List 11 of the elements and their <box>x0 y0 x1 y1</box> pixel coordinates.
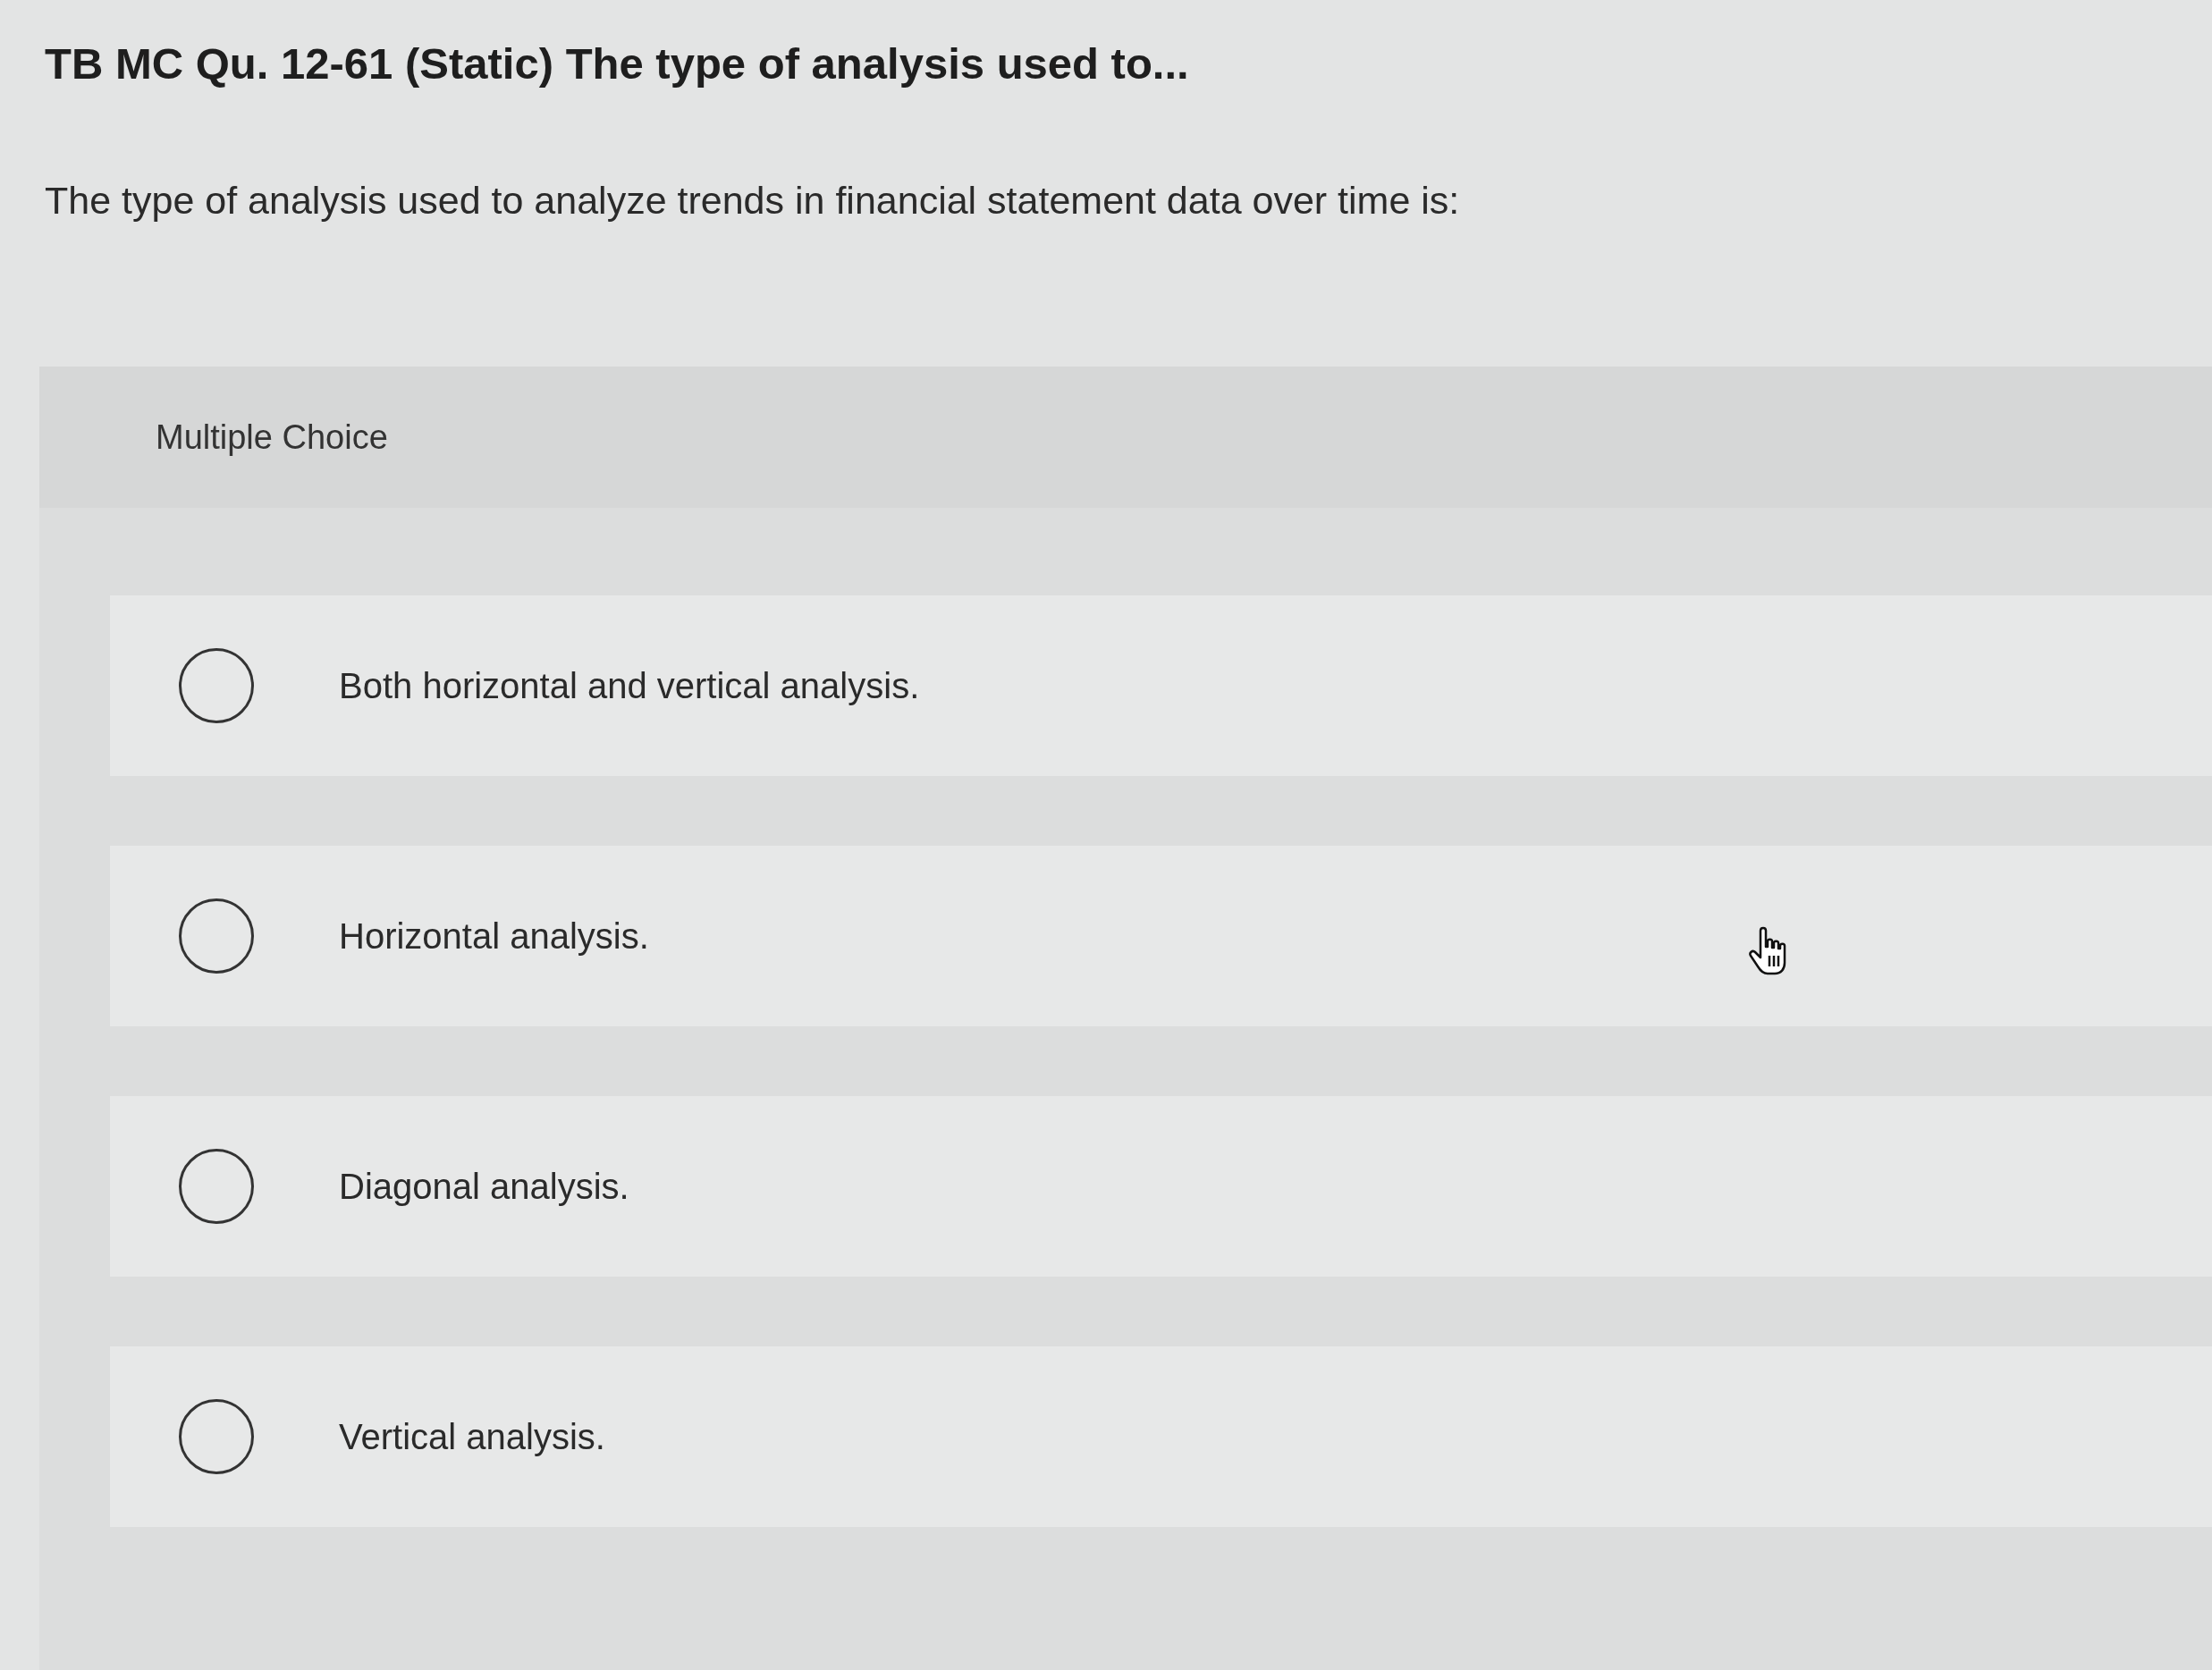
radio-button[interactable] <box>179 1149 254 1225</box>
option-label[interactable]: Vertical analysis. <box>339 1416 605 1457</box>
panel-heading: Multiple Choice <box>156 418 388 457</box>
radio-button[interactable] <box>179 898 254 974</box>
question-title: TB MC Qu. 12-61 (Static) The type of analysis used to... <box>45 38 1189 89</box>
option-label[interactable]: Both horizontal and vertical analysis. <box>339 665 920 706</box>
option-label[interactable]: Diagonal analysis. <box>339 1166 629 1207</box>
option-label[interactable]: Horizontal analysis. <box>339 915 649 957</box>
radio-button[interactable] <box>179 1399 254 1475</box>
radio-button[interactable] <box>179 648 254 724</box>
question-text: The type of analysis used to analyze trends in financial statement data over time is: <box>45 177 1460 224</box>
